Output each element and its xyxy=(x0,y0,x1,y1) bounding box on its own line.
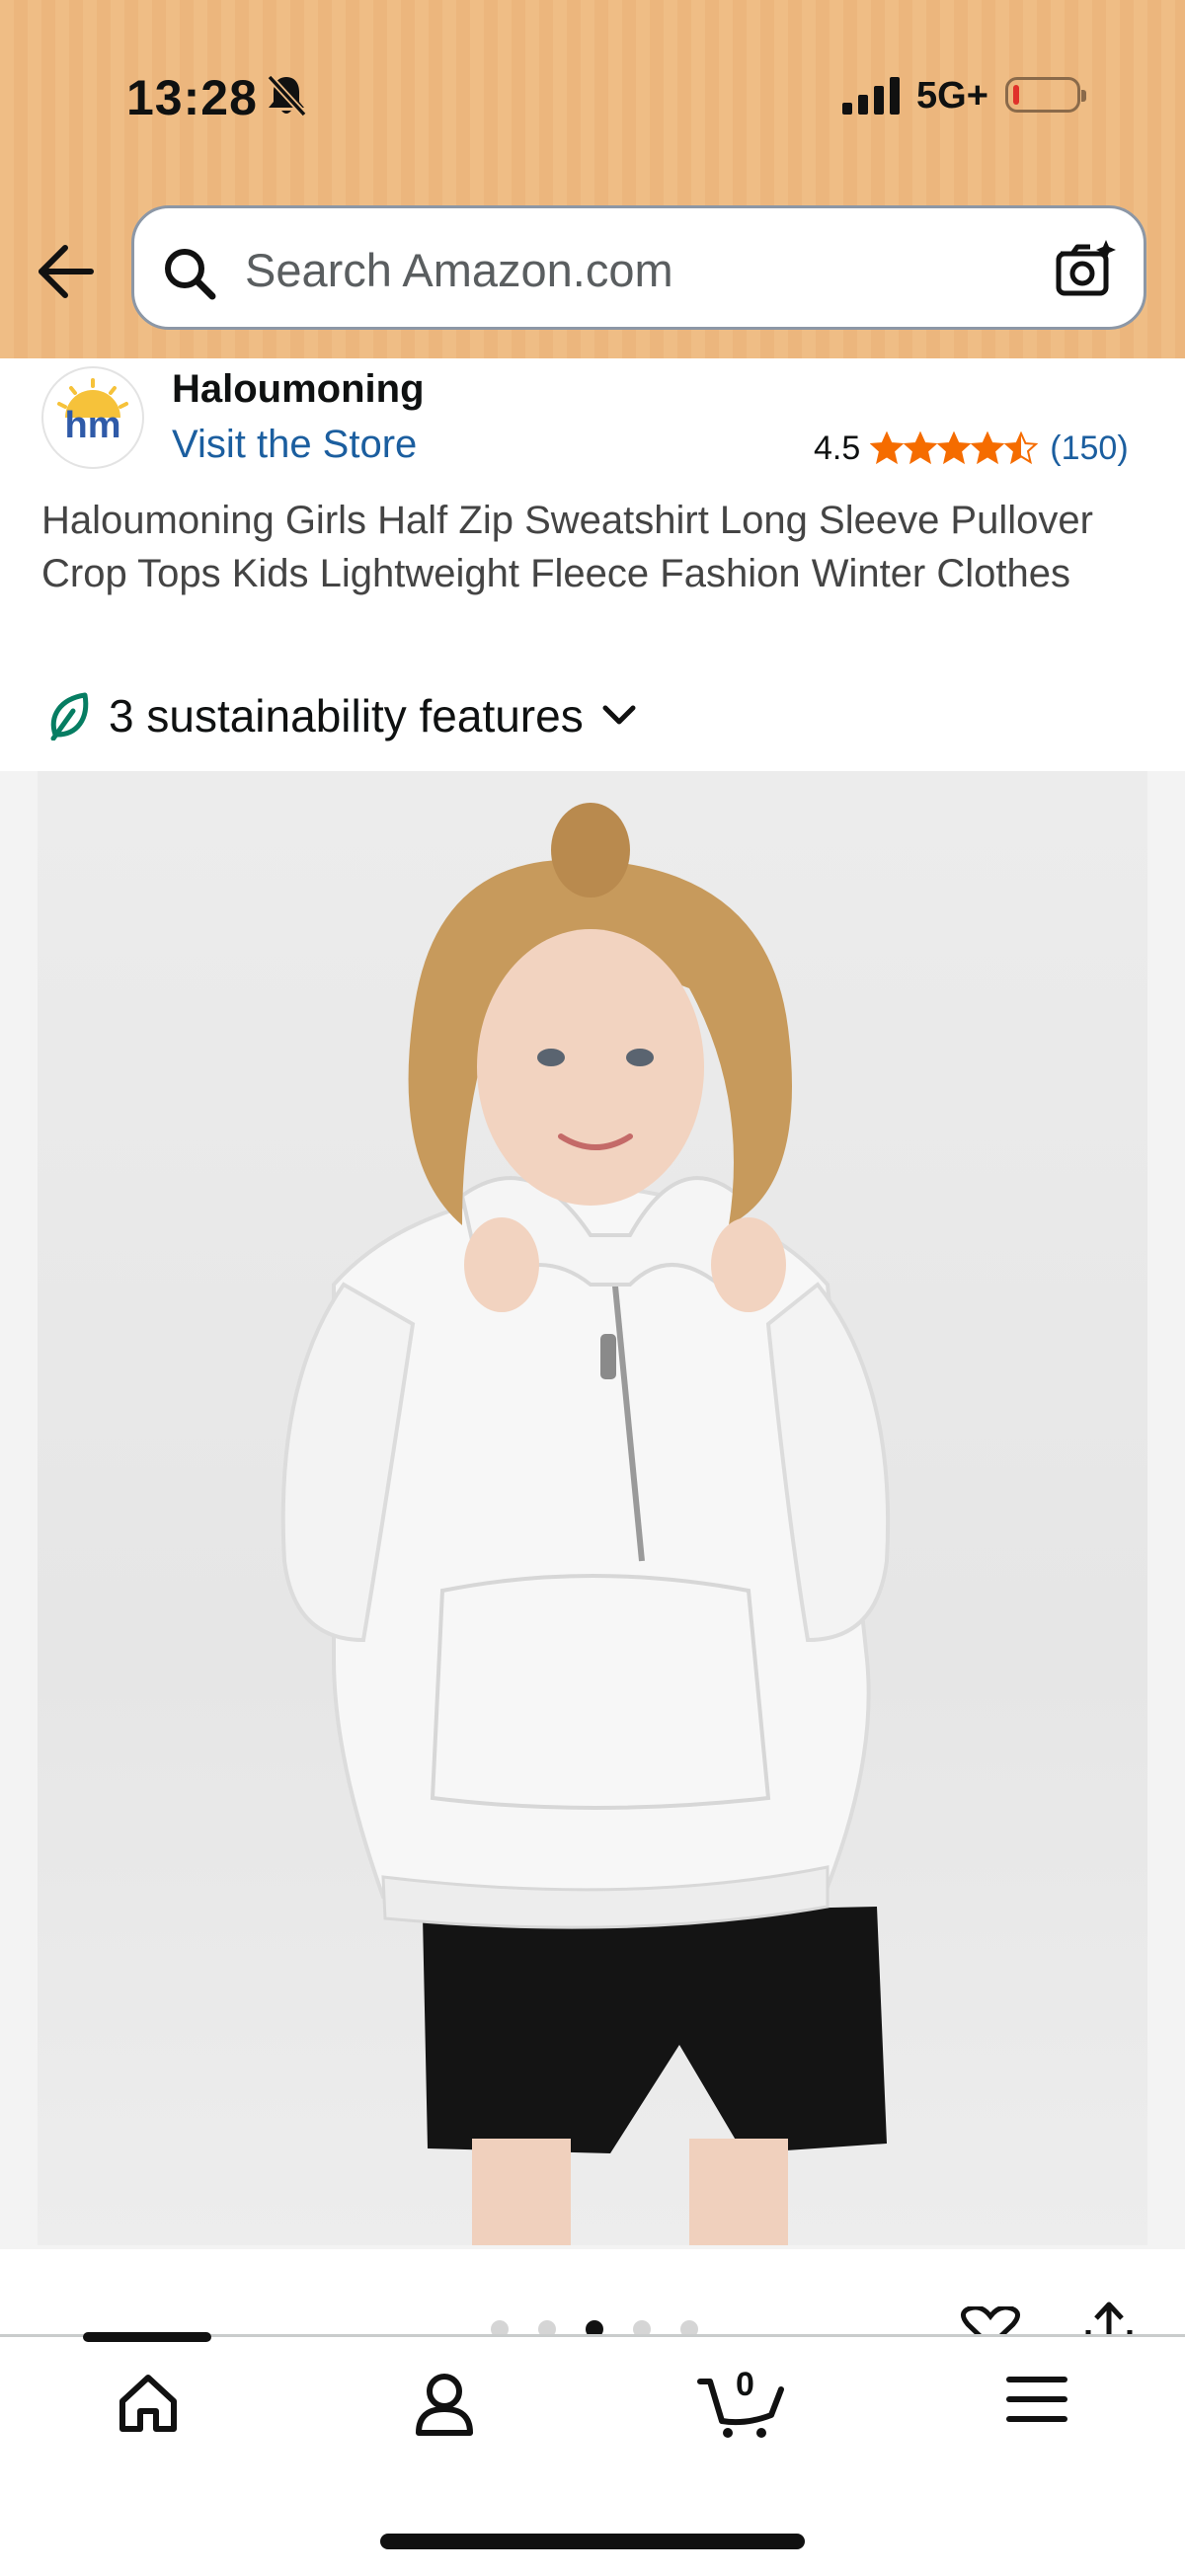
star-icon xyxy=(870,431,905,465)
nav-menu[interactable] xyxy=(988,2372,1086,2451)
home-indicator xyxy=(380,2534,805,2549)
sustainability-features[interactable]: 3 sustainability features xyxy=(47,689,637,742)
star-icon xyxy=(937,431,972,465)
brand-name[interactable]: Haloumoning xyxy=(172,367,425,412)
star-icon xyxy=(971,431,1005,465)
search-bar[interactable] xyxy=(131,205,1146,330)
battery-icon xyxy=(1005,77,1086,113)
rating-count-link[interactable]: (150) xyxy=(1050,429,1128,468)
camera-icon[interactable] xyxy=(1053,236,1118,301)
brand-logo-image: hm xyxy=(57,378,128,446)
nav-account[interactable] xyxy=(395,2372,494,2451)
menu-icon xyxy=(1006,2377,1067,2422)
sustainability-label: 3 sustainability features xyxy=(109,690,584,742)
product-photo-illustration xyxy=(280,803,891,2245)
status-time: 13:28 xyxy=(126,70,258,125)
chevron-down-icon xyxy=(602,705,636,725)
rating-summary[interactable]: 4.5 (150) xyxy=(814,427,1129,470)
leaf-icon xyxy=(50,692,89,741)
signal-icon xyxy=(842,77,900,115)
product-title: Haloumoning Girls Half Zip Sweatshirt Lo… xyxy=(41,499,1093,595)
visit-store-link[interactable]: Visit the Store xyxy=(172,423,417,467)
nav-home[interactable] xyxy=(99,2372,198,2451)
account-icon xyxy=(416,2374,473,2436)
bell-off-icon xyxy=(267,74,307,117)
svg-text:hm: hm xyxy=(65,405,121,446)
rating-value: 4.5 xyxy=(814,429,861,467)
search-input[interactable] xyxy=(243,230,1057,309)
product-image[interactable] xyxy=(38,771,1147,2245)
brand-logo[interactable]: hm xyxy=(41,366,144,469)
active-tab-indicator xyxy=(83,2332,211,2342)
star-icon xyxy=(904,431,938,465)
home-icon xyxy=(119,2375,177,2432)
star-icon xyxy=(1004,431,1039,465)
network-type: 5G+ xyxy=(916,75,988,117)
back-arrow-icon[interactable] xyxy=(36,241,95,302)
rating-stars xyxy=(870,431,1039,465)
search-icon xyxy=(165,249,216,300)
cart-count: 0 xyxy=(736,2366,754,2403)
